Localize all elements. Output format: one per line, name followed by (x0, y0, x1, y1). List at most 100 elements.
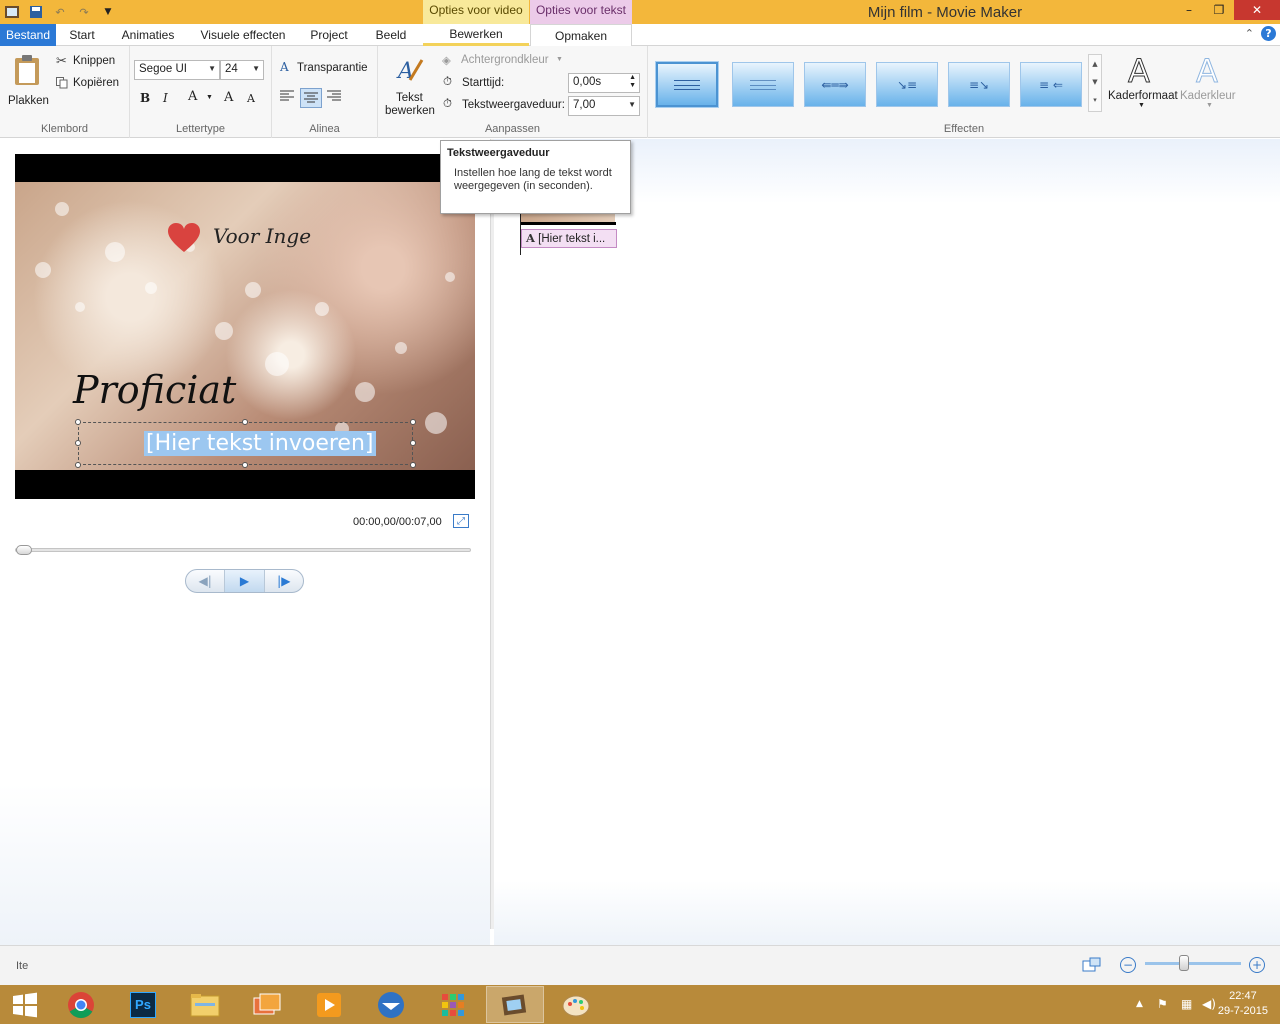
bokeh-light (105, 242, 125, 262)
paste-button[interactable]: Plakken (6, 52, 49, 112)
transparency-button[interactable]: A Transparantie (280, 60, 374, 78)
edit-text-icon: A (396, 59, 424, 84)
resize-handle[interactable] (75, 462, 81, 468)
title-bar: ↶ ↷ ▼ Opties voor video Opties voor teks… (0, 0, 1280, 24)
folder-icon (190, 993, 220, 1016)
effect-none[interactable] (655, 61, 719, 108)
maximize-button[interactable]: ❐ (1204, 0, 1234, 20)
seek-bar[interactable] (15, 545, 471, 555)
taskbar-chrome[interactable] (52, 986, 110, 1023)
start-time-spinner[interactable]: 0,00s ▲ ▼ (568, 73, 640, 93)
customize-qat-chevron-icon[interactable]: ▼ (100, 4, 116, 20)
bold-button[interactable]: B (140, 91, 150, 105)
frame-format-button[interactable]: A Kaderformaat ▼ (1108, 52, 1178, 114)
minimize-button[interactable]: – (1174, 0, 1204, 20)
resize-handle[interactable] (75, 419, 81, 425)
taskbar-video-player[interactable] (300, 986, 358, 1023)
thumbnail-size-icon[interactable] (1082, 957, 1102, 973)
font-size-dropdown[interactable]: 24 ▼ (220, 60, 264, 80)
resize-handle[interactable] (242, 462, 248, 468)
taskbar: Ps ▲ ⚑ ▦ ◀) 22:47 29-7-2015 (0, 985, 1280, 1024)
tab-opmaken[interactable]: Opmaken (530, 24, 632, 47)
movie-maker-app-icon[interactable] (4, 4, 20, 20)
zoom-slider-track[interactable] (1145, 962, 1241, 965)
tab-bestand[interactable]: Bestand (0, 24, 56, 46)
undo-icon[interactable]: ↶ (52, 4, 68, 20)
grow-font-button[interactable]: A (224, 90, 233, 105)
action-center-flag-icon[interactable]: ⚑ (1157, 997, 1168, 1011)
align-left-icon[interactable] (280, 90, 296, 106)
group-label-aanpassen: Aanpassen (484, 123, 541, 135)
caption-clip[interactable]: A [Hier tekst i... (521, 229, 617, 248)
network-icon[interactable]: ▦ (1181, 997, 1192, 1011)
duration-dropdown[interactable]: 7,00 ▼ (568, 96, 640, 116)
volume-icon[interactable]: ◀) (1202, 997, 1216, 1011)
taskbar-paint[interactable] (548, 986, 606, 1023)
font-color-button[interactable]: A (188, 89, 197, 104)
tab-start[interactable]: Start (56, 24, 108, 46)
align-right-icon[interactable] (327, 90, 343, 106)
edit-text-button[interactable]: A Tekst bewerken (382, 54, 438, 117)
tab-visuele-effecten[interactable]: Visuele effecten (188, 24, 298, 46)
resize-handle[interactable] (242, 419, 248, 425)
cut-button[interactable]: ✂ Knippen (56, 54, 126, 72)
play-button[interactable]: ▶ (225, 570, 265, 592)
zoom-in-button[interactable]: + (1249, 957, 1265, 973)
taskbar-movie-maker[interactable] (486, 986, 544, 1023)
copy-button[interactable]: Kopiëren (56, 76, 126, 94)
tooltip-duration: Tekstweergaveduur Instellen hoe lang de … (440, 140, 631, 214)
font-family-dropdown[interactable]: Segoe UI ▼ (134, 60, 220, 80)
start-button[interactable] (0, 986, 50, 1023)
taskbar-thunderbird[interactable] (362, 986, 420, 1023)
resize-handle[interactable] (75, 440, 81, 446)
start-time-value: 0,00s (573, 76, 602, 88)
font-color-chevron-icon[interactable]: ▼ (206, 94, 213, 101)
apps-grid-icon (442, 993, 464, 1016)
taskbar-photoshop[interactable]: Ps (114, 986, 172, 1023)
spinner-arrows-icon[interactable]: ▲ ▼ (629, 74, 636, 90)
effect-fly-in-diagonal[interactable]: ↘≡ (876, 62, 938, 107)
zoom-out-button[interactable]: − (1120, 957, 1136, 973)
save-icon[interactable] (28, 4, 44, 20)
text-overlay-box[interactable]: [Hier tekst invoeren] (75, 419, 416, 468)
seek-thumb[interactable] (16, 545, 32, 555)
shrink-font-button[interactable]: A (247, 92, 255, 105)
playhead[interactable] (520, 209, 521, 255)
tab-bewerken[interactable]: Bewerken (423, 24, 529, 46)
stopwatch-icon: ⏱ (443, 76, 452, 88)
clock[interactable]: 22:47 29-7-2015 (1218, 989, 1268, 1019)
resize-handle[interactable] (410, 419, 416, 425)
bokeh-light (395, 342, 407, 354)
video-preview[interactable]: Voor Inge Proficiat [Hier tekst invoeren… (15, 154, 475, 499)
collapse-ribbon-icon[interactable]: ⌃ (1245, 27, 1254, 40)
italic-button[interactable]: I (163, 91, 168, 105)
resize-handle[interactable] (410, 462, 416, 468)
help-icon[interactable]: ? (1261, 26, 1276, 41)
paste-label: Plakken (8, 95, 49, 107)
previous-frame-button[interactable]: ◀| (186, 570, 226, 592)
zoom-slider-thumb[interactable] (1179, 955, 1190, 971)
effect-spread[interactable]: ⇚═⇛ (804, 62, 866, 107)
tab-beeld[interactable]: Beeld (360, 24, 422, 46)
taskbar-file-explorer[interactable] (176, 986, 234, 1023)
fullscreen-icon[interactable]: ⤢ (453, 514, 469, 528)
effect-fly-in-right[interactable]: ≡ ⇐ (1020, 62, 1082, 107)
resize-handle[interactable] (410, 440, 416, 446)
effect-fade[interactable] (732, 62, 794, 107)
tab-animaties[interactable]: Animaties (108, 24, 188, 46)
tab-project[interactable]: Project (298, 24, 360, 46)
close-button[interactable]: ✕ (1234, 0, 1280, 20)
effect-scroll-diagonal[interactable]: ≡↘ (948, 62, 1010, 107)
taskbar-photo-gallery[interactable] (238, 986, 296, 1023)
show-hidden-icons-icon[interactable]: ▲ (1136, 999, 1143, 1009)
align-center-icon[interactable] (300, 88, 322, 108)
video-clip-thumbnail[interactable] (521, 214, 615, 222)
effects-gallery-scroll[interactable]: ▲ ▼ ▾ (1088, 54, 1102, 112)
bokeh-light (265, 352, 289, 376)
effect-preview-icon (674, 79, 700, 90)
taskbar-apps[interactable] (424, 986, 482, 1023)
next-frame-button[interactable]: |▶ (265, 570, 303, 592)
main-area: Voor Inge Proficiat [Hier tekst invoeren… (0, 139, 1280, 945)
placeholder-text[interactable]: [Hier tekst invoeren] (144, 431, 376, 456)
redo-icon[interactable]: ↷ (76, 4, 92, 20)
